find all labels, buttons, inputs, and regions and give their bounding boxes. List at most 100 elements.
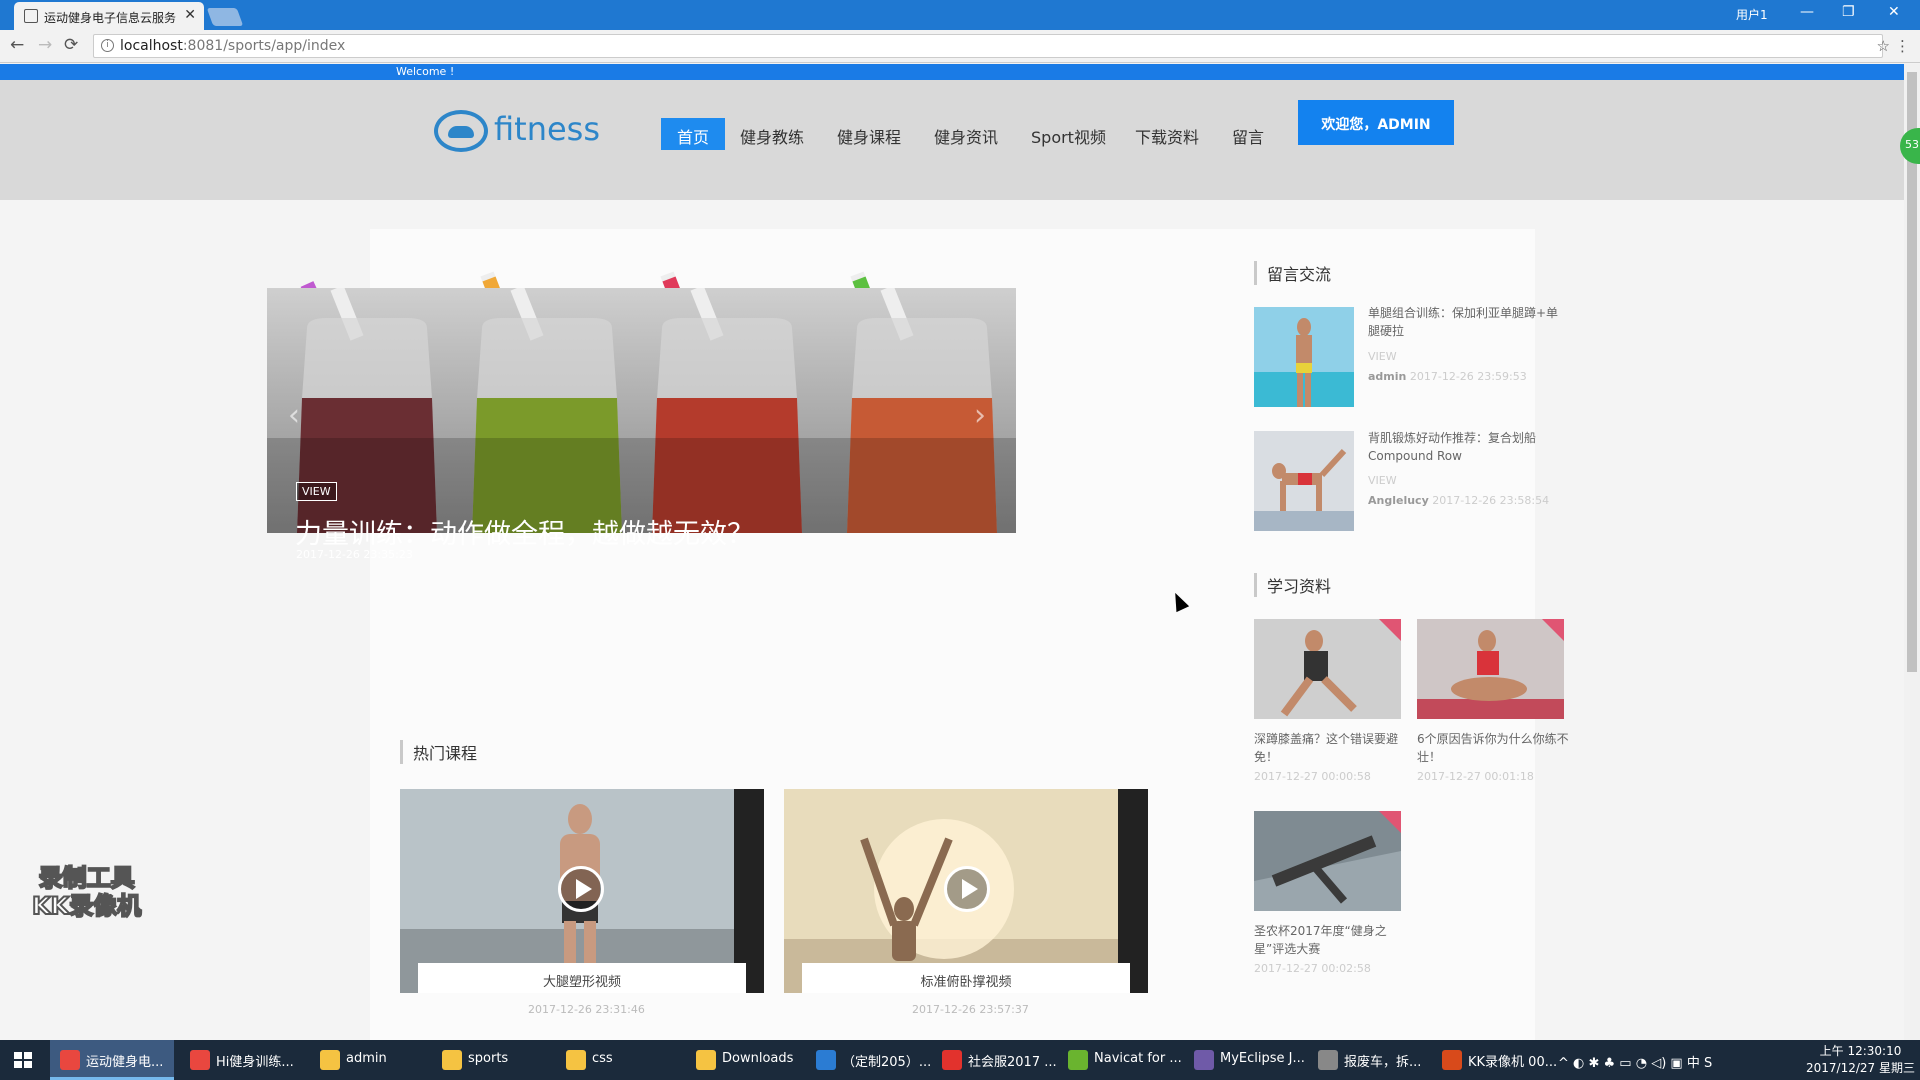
taskbar-app-label: （定制205）... bbox=[842, 1055, 932, 1070]
nav-downloads[interactable]: 下载资料 bbox=[1135, 118, 1199, 150]
app-icon bbox=[1194, 1050, 1214, 1070]
message-title[interactable]: 背肌锻炼好动作推荐：复合划船 Compound Row bbox=[1368, 429, 1568, 465]
play-icon[interactable] bbox=[944, 866, 990, 912]
welcome-bar: Welcome ! bbox=[0, 64, 1904, 80]
resource-title[interactable]: 深蹲膝盖痛？这个错误要避免！ bbox=[1254, 730, 1412, 766]
taskbar-app[interactable]: 报废车，拆... bbox=[1308, 1040, 1432, 1080]
resource-thumbnail[interactable] bbox=[1254, 811, 1401, 911]
app-icon bbox=[1318, 1050, 1338, 1070]
app-icon bbox=[696, 1050, 716, 1070]
taskbar-app[interactable]: Hi健身训练... bbox=[180, 1040, 304, 1080]
nav-videos[interactable]: Sport视频 bbox=[1031, 118, 1106, 150]
resource-thumbnail[interactable] bbox=[1254, 619, 1401, 719]
welcome-user-button[interactable]: 欢迎您，ADMIN bbox=[1298, 100, 1454, 145]
course-caption[interactable]: 标准俯卧撑视频 bbox=[802, 963, 1130, 993]
resource-thumbnail[interactable] bbox=[1417, 619, 1564, 719]
fitness-logo-icon bbox=[434, 110, 488, 152]
clock-date: 2017/12/27 星期三 bbox=[1806, 1061, 1915, 1075]
resource-date: 2017-12-27 00:01:18 bbox=[1417, 770, 1534, 783]
page-favicon-icon bbox=[24, 9, 38, 23]
welcome-text: Welcome ! bbox=[396, 65, 455, 78]
web-page: Welcome ! fitness 首页 健身教练 健身课程 健身资讯 Spor… bbox=[0, 64, 1904, 1040]
message-title[interactable]: 单腿组合训练：保加利亚单腿蹲+单腿硬拉 bbox=[1368, 304, 1568, 340]
app-icon bbox=[1068, 1050, 1088, 1070]
page-scrollbar[interactable] bbox=[1904, 64, 1920, 1040]
message-author: Anglelucy bbox=[1368, 494, 1429, 507]
taskbar-app-label: admin bbox=[346, 1051, 387, 1066]
nav-news[interactable]: 健身资讯 bbox=[934, 118, 998, 150]
app-icon bbox=[190, 1050, 210, 1070]
resources-title: 学习资料 bbox=[1254, 573, 1331, 597]
taskbar-app[interactable]: Downloads bbox=[686, 1040, 810, 1080]
taskbar-app[interactable]: MyEclipse J... bbox=[1184, 1040, 1308, 1080]
restore-icon[interactable]: ❐ bbox=[1842, 4, 1855, 20]
course-caption[interactable]: 大腿塑形视频 bbox=[418, 963, 746, 993]
tab-title: 运动健身电子信息云服务 bbox=[44, 11, 177, 25]
info-icon[interactable]: i bbox=[101, 39, 114, 52]
message-view-link[interactable]: VIEW bbox=[1368, 474, 1397, 487]
message-thumbnail[interactable] bbox=[1254, 431, 1354, 531]
play-icon[interactable] bbox=[558, 866, 604, 912]
app-icon bbox=[320, 1050, 340, 1070]
course-card[interactable]: 标准俯卧撑视频 bbox=[784, 789, 1148, 993]
forward-icon[interactable]: → bbox=[38, 35, 52, 55]
message-author: admin bbox=[1368, 370, 1407, 383]
resource-date: 2017-12-27 00:02:58 bbox=[1254, 962, 1371, 975]
url-input[interactable]: i localhost:8081/sports/app/index bbox=[93, 34, 1883, 58]
course-date: 2017-12-26 23:31:46 bbox=[528, 1003, 645, 1016]
back-icon[interactable]: ← bbox=[10, 35, 24, 55]
message-thumbnail[interactable] bbox=[1254, 307, 1354, 407]
taskbar-app[interactable]: Navicat for ... bbox=[1058, 1040, 1182, 1080]
nav-coaches[interactable]: 健身教练 bbox=[740, 118, 804, 150]
site-header: fitness 首页 健身教练 健身课程 健身资讯 Sport视频 下载资料 留… bbox=[0, 80, 1904, 200]
message-time: 2017-12-26 23:58:54 bbox=[1432, 494, 1550, 507]
browser-user-label[interactable]: 用户1 bbox=[1736, 6, 1768, 23]
taskbar-app-label: css bbox=[592, 1051, 613, 1066]
taskbar-app[interactable]: 社会服2017 ... bbox=[932, 1040, 1057, 1080]
taskbar-app-label: MyEclipse J... bbox=[1220, 1051, 1305, 1066]
taskbar-app[interactable]: sports bbox=[432, 1040, 556, 1080]
nav-home[interactable]: 首页 bbox=[661, 118, 726, 150]
taskbar-app-label: sports bbox=[468, 1051, 509, 1066]
slider-prev-icon[interactable]: ‹ bbox=[288, 398, 300, 433]
taskbar-app[interactable]: （定制205）... bbox=[806, 1040, 932, 1080]
message-meta: Anglelucy 2017-12-26 23:58:54 bbox=[1368, 494, 1549, 507]
windows-start-icon[interactable] bbox=[14, 1052, 32, 1068]
taskbar-app[interactable]: 运动健身电... bbox=[50, 1040, 174, 1080]
logo-text: fitness bbox=[494, 110, 601, 148]
message-view-link[interactable]: VIEW bbox=[1368, 350, 1397, 363]
tab-close-icon[interactable]: ✕ bbox=[184, 7, 196, 23]
taskbar-app[interactable]: admin bbox=[310, 1040, 434, 1080]
course-card[interactable]: 大腿塑形视频 bbox=[400, 789, 764, 993]
taskbar-app[interactable]: KK录像机 00... bbox=[1432, 1040, 1557, 1080]
taskbar-app-label: Downloads bbox=[722, 1051, 794, 1066]
resource-title[interactable]: 圣农杯2017年度“健身之星”评选大赛 bbox=[1254, 922, 1412, 958]
slider-next-icon[interactable]: › bbox=[974, 398, 986, 433]
bookmark-star-icon[interactable]: ☆ bbox=[1877, 37, 1890, 55]
windows-taskbar: 运动健身电... Hi健身训练... admin sports css Downloads… bbox=[0, 1040, 1920, 1080]
nav-messages[interactable]: 留言 bbox=[1232, 118, 1264, 150]
new-tab-button[interactable] bbox=[206, 8, 244, 26]
reload-icon[interactable]: ⟳ bbox=[64, 35, 78, 55]
resource-date: 2017-12-27 00:00:58 bbox=[1254, 770, 1371, 783]
message-meta: admin 2017-12-26 23:59:53 bbox=[1368, 370, 1527, 383]
system-tray[interactable]: ^ ◐ ✱ ♣ ▭ ◔ ◁) ▣ 中 S bbox=[1558, 1052, 1712, 1071]
nav-courses[interactable]: 健身课程 bbox=[837, 118, 901, 150]
browser-tab[interactable]: 运动健身电子信息云服务 ✕ bbox=[14, 2, 204, 30]
slide-title[interactable]: 力量训练：动作做全程，越做越无效？ bbox=[295, 512, 754, 551]
slide-view-tag[interactable]: VIEW bbox=[296, 482, 337, 501]
resource-title[interactable]: 6个原因告诉你为什么你练不壮！ bbox=[1417, 730, 1575, 766]
hero-image bbox=[267, 288, 1016, 533]
recorder-watermark: 录制工具 KK录像机 bbox=[31, 863, 142, 921]
close-window-icon[interactable]: ✕ bbox=[1888, 4, 1900, 20]
address-toolbar: ← → ⟳ i localhost:8081/sports/app/index … bbox=[0, 30, 1920, 63]
taskbar-clock[interactable]: 上午 12:30:10 2017/12/27 星期三 bbox=[1806, 1043, 1915, 1077]
app-icon bbox=[942, 1050, 962, 1070]
browser-menu-icon[interactable]: ⋮ bbox=[1895, 37, 1910, 55]
hot-courses-title: 热门课程 bbox=[400, 740, 477, 764]
minimize-icon[interactable]: — bbox=[1800, 4, 1814, 20]
taskbar-app[interactable]: css bbox=[556, 1040, 680, 1080]
messages-title: 留言交流 bbox=[1254, 261, 1331, 285]
url-host: localhost bbox=[120, 38, 183, 54]
taskbar-app-label: 运动健身电... bbox=[86, 1055, 164, 1070]
